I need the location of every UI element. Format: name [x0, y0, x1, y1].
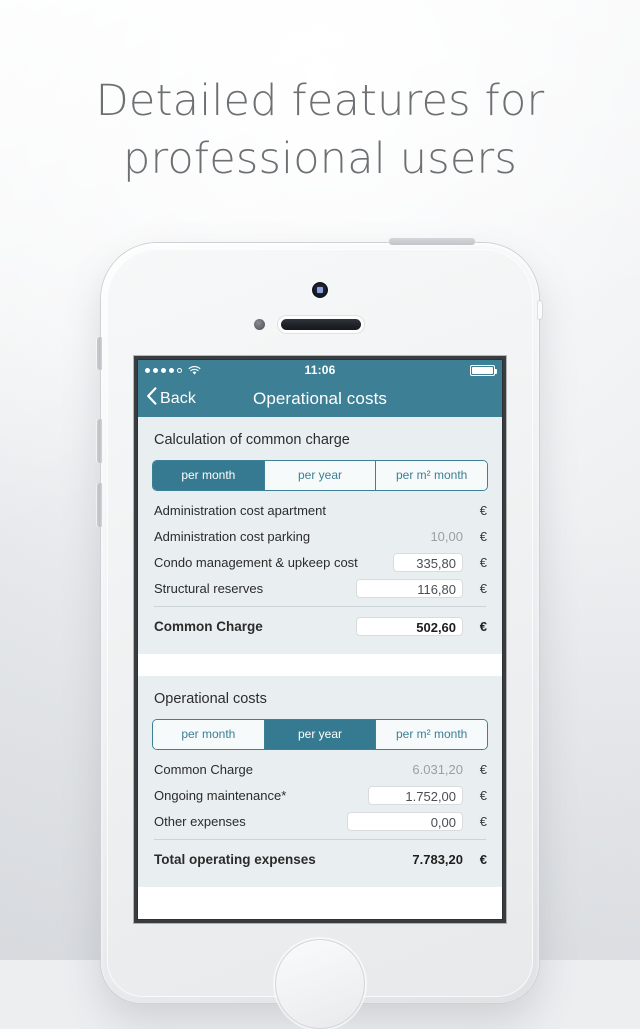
- navigation-bar: Back Operational costs: [138, 380, 502, 417]
- total-label: Total operating expenses: [154, 852, 316, 867]
- segmented-control-common-charge[interactable]: per month per year per m² month: [152, 460, 488, 491]
- section-operational-costs: Operational costs per month per year per…: [138, 676, 502, 887]
- table-row: Ongoing maintenance* 1.752,00 €: [138, 782, 502, 808]
- segmented-control-operational-costs[interactable]: per month per year per m² month: [152, 719, 488, 750]
- currency-symbol: €: [479, 761, 487, 777]
- phone-screen: 11:06 Back Operational costs Calculation…: [138, 360, 502, 919]
- currency-symbol: €: [479, 580, 487, 596]
- status-bar: 11:06: [138, 360, 502, 380]
- total-label: Common Charge: [154, 619, 263, 634]
- battery-full-icon: [470, 364, 497, 376]
- segment-per-sqm-month[interactable]: per m² month: [376, 720, 487, 749]
- row-value: 10,00: [430, 528, 463, 544]
- currency-symbol: €: [479, 554, 487, 570]
- row-label: Administration cost parking: [154, 528, 311, 544]
- chevron-left-icon: [146, 387, 157, 410]
- screen-content: Calculation of common charge per month p…: [138, 417, 502, 919]
- back-button-label: Back: [160, 389, 196, 407]
- currency-symbol: €: [479, 813, 487, 829]
- other-expenses-input[interactable]: 0,00: [347, 811, 463, 831]
- volume-up-button[interactable]: [97, 419, 102, 463]
- content-empty-area: [138, 887, 502, 919]
- section-title: Calculation of common charge: [154, 432, 350, 448]
- row-value: 6.031,20: [412, 761, 463, 777]
- common-charge-input[interactable]: 502,60: [355, 617, 464, 636]
- mute-switch[interactable]: [97, 337, 102, 370]
- table-row: Administration cost parking 10,00 €: [138, 523, 502, 549]
- table-row-total: Total operating expenses 7.783,20 €: [138, 844, 502, 875]
- structural-reserves-input[interactable]: 116,80: [356, 578, 463, 598]
- home-button-icon[interactable]: [275, 939, 365, 1029]
- battery-fill: [472, 366, 493, 374]
- status-bar-clock: 11:06: [304, 363, 336, 377]
- divider: [154, 606, 486, 607]
- front-camera-icon: [312, 282, 328, 298]
- row-label: Structural reserves: [154, 580, 264, 596]
- currency-symbol: €: [479, 787, 488, 803]
- section-calculation-of-common-charge: Calculation of common charge per month p…: [138, 417, 502, 654]
- total-value: 7.783,20: [412, 852, 463, 867]
- table-row: Other expenses 0,00 €: [138, 808, 502, 834]
- row-label: Condo management & upkeep cost: [154, 554, 358, 570]
- phone-antenna-band: [389, 238, 475, 245]
- earpiece-speaker-icon: [281, 319, 361, 330]
- section-title: Operational costs: [154, 691, 267, 707]
- proximity-sensor-icon: [254, 319, 265, 330]
- table-row: Condo management & upkeep cost 335,80 €: [138, 549, 502, 575]
- currency-symbol: €: [479, 852, 487, 867]
- table-row: Administration cost apartment €: [138, 497, 502, 523]
- section-gap: [138, 654, 502, 676]
- power-button[interactable]: [538, 301, 542, 319]
- ongoing-maintenance-input[interactable]: 1.752,00: [367, 785, 464, 805]
- segment-per-year[interactable]: per year: [264, 461, 377, 490]
- condo-management-input[interactable]: 335,80: [393, 552, 463, 572]
- segment-per-month[interactable]: per month: [153, 461, 265, 490]
- segment-per-year[interactable]: per year: [264, 720, 377, 749]
- segment-per-sqm-month[interactable]: per m² month: [376, 461, 487, 490]
- volume-down-button[interactable]: [97, 483, 102, 527]
- currency-symbol: €: [479, 528, 487, 544]
- currency-symbol: €: [479, 619, 488, 634]
- divider: [154, 839, 486, 840]
- row-label: Common Charge: [154, 761, 253, 777]
- currency-symbol: €: [479, 502, 487, 518]
- segment-per-month[interactable]: per month: [153, 720, 265, 749]
- row-label: Other expenses: [154, 813, 246, 829]
- table-row-total: Common Charge 502,60 €: [138, 611, 502, 642]
- status-bar-right: [470, 364, 497, 376]
- table-row: Common Charge 6.031,20 €: [138, 756, 502, 782]
- back-button[interactable]: Back: [146, 387, 196, 410]
- row-label: Ongoing maintenance*: [154, 787, 287, 803]
- page-title: Detailed features for professional users: [95, 76, 545, 184]
- table-row: Structural reserves 116,80 €: [138, 575, 502, 601]
- row-label: Administration cost apartment: [154, 502, 326, 518]
- phone-device: 11:06 Back Operational costs Calculation…: [97, 238, 542, 1029]
